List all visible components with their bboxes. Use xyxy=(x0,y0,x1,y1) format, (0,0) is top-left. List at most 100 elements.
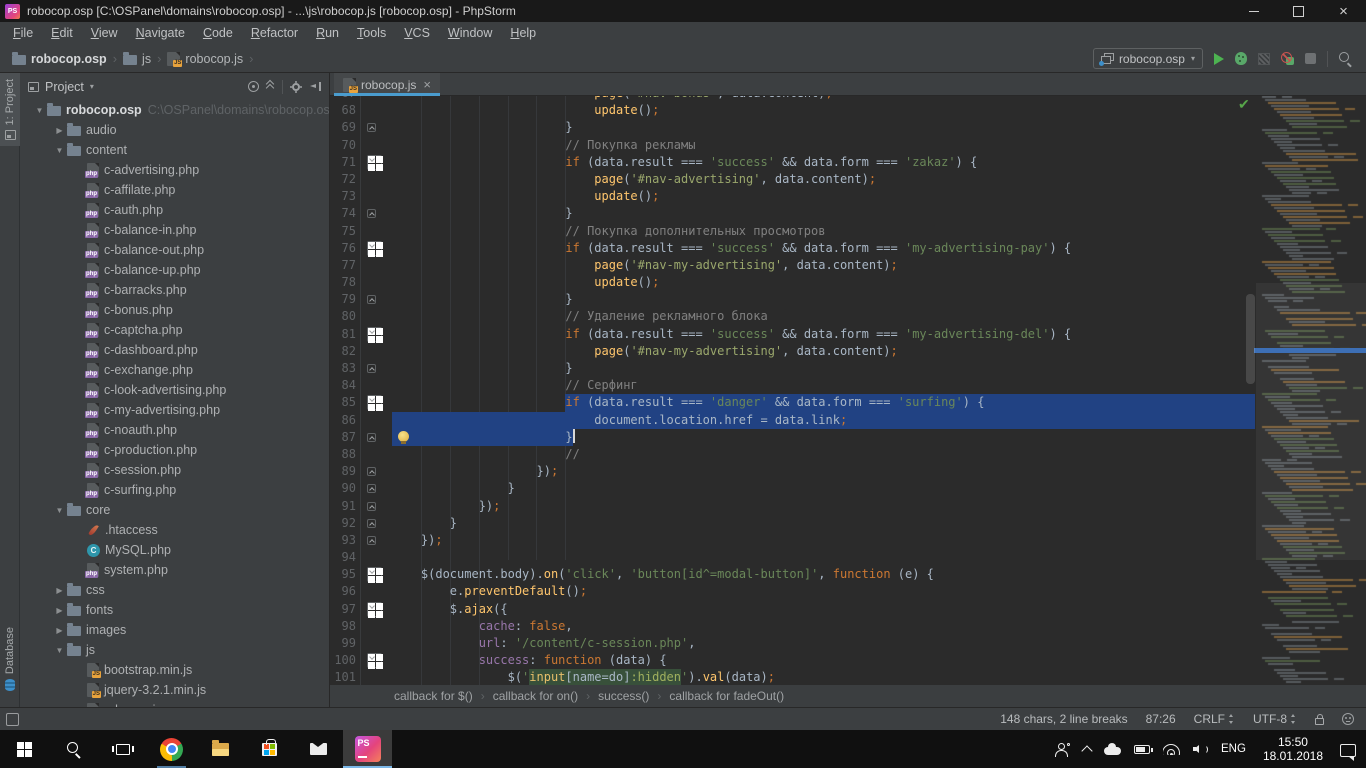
code-line-96[interactable]: 96 e.preventDefault(); xyxy=(330,583,1255,600)
editor-scrollbar-thumb[interactable] xyxy=(1246,294,1255,384)
gutter[interactable] xyxy=(356,480,392,497)
tree-item[interactable]: phpc-balance-in.php xyxy=(20,220,329,240)
tree-item[interactable]: JSbootstrap.min.js xyxy=(20,660,329,680)
menu-item-file[interactable]: File xyxy=(4,22,42,45)
gutter[interactable] xyxy=(356,429,392,446)
gutter[interactable] xyxy=(356,188,392,205)
readonly-lock-icon[interactable] xyxy=(1315,718,1324,725)
tree-item[interactable]: JSjquery-3.2.1.min.js xyxy=(20,680,329,700)
taskbar-clock[interactable]: 15:50 18.01.2018 xyxy=(1263,735,1323,763)
code-line-72[interactable]: 72 page('#nav-advertising', data.content… xyxy=(330,171,1255,188)
menu-item-run[interactable]: Run xyxy=(307,22,348,45)
close-button[interactable]: × xyxy=(1321,0,1366,22)
tree-collapse-arrow-icon[interactable]: ▶ xyxy=(52,126,67,135)
tree-item[interactable]: ▶images xyxy=(20,620,329,640)
tree-item[interactable]: ▶audio xyxy=(20,120,329,140)
line-separator-select[interactable]: CRLF xyxy=(1194,712,1235,726)
code-breadcrumb-item[interactable]: success() xyxy=(598,689,649,703)
fold-marker-icon[interactable] xyxy=(367,519,376,528)
code-line-82[interactable]: 82 page('#nav-my-advertising', data.cont… xyxy=(330,343,1255,360)
tree-item[interactable]: CMySQL.php xyxy=(20,540,329,560)
fold-marker-icon[interactable] xyxy=(367,155,382,170)
tree-item[interactable]: .htaccess xyxy=(20,520,329,540)
tree-item[interactable]: phpc-surfing.php xyxy=(20,480,329,500)
tree-item[interactable]: ▼robocop.ospC:\OSPanel\domains\robocop.o… xyxy=(20,100,329,120)
inspections-profile-icon[interactable] xyxy=(1342,713,1354,725)
code-line-91[interactable]: 91 }); xyxy=(330,498,1255,515)
fold-marker-icon[interactable] xyxy=(367,433,376,442)
menu-item-window[interactable]: Window xyxy=(439,22,501,45)
tree-item[interactable]: phpc-balance-up.php xyxy=(20,260,329,280)
gutter[interactable] xyxy=(356,566,392,583)
fold-marker-icon[interactable] xyxy=(367,653,382,668)
breadcrumb-item[interactable]: js xyxy=(123,52,151,66)
gutter[interactable] xyxy=(356,343,392,360)
fold-marker-icon[interactable] xyxy=(367,295,376,304)
gutter[interactable] xyxy=(356,360,392,377)
tree-item[interactable]: phpc-noauth.php xyxy=(20,420,329,440)
maximize-button[interactable] xyxy=(1276,0,1321,22)
gutter[interactable] xyxy=(356,326,392,343)
inspections-ok-icon[interactable]: ✔ xyxy=(1238,96,1250,112)
gutter[interactable] xyxy=(356,257,392,274)
chevron-down-icon[interactable]: ▾ xyxy=(90,82,94,91)
code-breadcrumb-item[interactable]: callback for $() xyxy=(394,689,473,703)
code-line-87[interactable]: 87 } xyxy=(330,429,1255,446)
code-line-99[interactable]: 99 url: '/content/c-session.php', xyxy=(330,635,1255,652)
code-line-76[interactable]: 76 if (data.result === 'success' && data… xyxy=(330,240,1255,257)
microsoft-store-button[interactable] xyxy=(245,730,294,768)
show-hidden-icons-chevron[interactable] xyxy=(1081,745,1092,756)
file-explorer-button[interactable] xyxy=(196,730,245,768)
tree-item[interactable]: phpc-exchange.php xyxy=(20,360,329,380)
gutter[interactable] xyxy=(356,669,392,685)
gutter[interactable] xyxy=(356,618,392,635)
tree-expand-arrow-icon[interactable]: ▼ xyxy=(52,146,67,155)
code-line-74[interactable]: 74 } xyxy=(330,205,1255,222)
gutter[interactable] xyxy=(356,171,392,188)
tree-item[interactable]: phpc-barracks.php xyxy=(20,280,329,300)
tree-item[interactable]: phpc-bonus.php xyxy=(20,300,329,320)
tree-item[interactable]: JSrobocop.js xyxy=(20,700,329,707)
collapse-all-icon[interactable] xyxy=(265,81,276,92)
tab-robocop-js[interactable]: JS robocop.js × xyxy=(334,73,440,96)
toolwindow-toggle-icon[interactable] xyxy=(6,713,19,726)
encoding-select[interactable]: UTF-8 xyxy=(1253,712,1297,726)
gutter[interactable] xyxy=(356,498,392,515)
hide-panel-icon[interactable] xyxy=(309,81,321,92)
code-line-90[interactable]: 90 } xyxy=(330,480,1255,497)
menu-item-code[interactable]: Code xyxy=(194,22,242,45)
code-line-84[interactable]: 84 // Серфинг xyxy=(330,377,1255,394)
gutter[interactable] xyxy=(356,635,392,652)
code-editor[interactable]: 67 page('#nav-bonus', data.content);68 u… xyxy=(330,96,1366,685)
gutter[interactable] xyxy=(356,205,392,222)
breadcrumb-item[interactable]: robocop.osp xyxy=(12,52,107,66)
code-line-98[interactable]: 98 cache: false, xyxy=(330,618,1255,635)
debug-button[interactable] xyxy=(1235,52,1247,65)
battery-icon[interactable] xyxy=(1134,745,1150,754)
tree-item[interactable]: ▶css xyxy=(20,580,329,600)
code-breadcrumb-item[interactable]: callback for fadeOut() xyxy=(669,689,784,703)
fold-marker-icon[interactable] xyxy=(367,567,382,582)
code-line-93[interactable]: 93 }); xyxy=(330,532,1255,549)
fold-marker-icon[interactable] xyxy=(367,123,376,132)
code-line-68[interactable]: 68 update(); xyxy=(330,102,1255,119)
tree-item[interactable]: phpc-advertising.php xyxy=(20,160,329,180)
tree-collapse-arrow-icon[interactable]: ▶ xyxy=(52,606,67,615)
code-line-80[interactable]: 80 // Удаление рекламного блока xyxy=(330,308,1255,325)
people-icon[interactable] xyxy=(1055,743,1070,756)
code-line-75[interactable]: 75 // Покупка дополнительных просмотров xyxy=(330,223,1255,240)
sidebar-item-project[interactable]: 1: Project xyxy=(0,73,20,146)
menu-item-vcs[interactable]: VCS xyxy=(395,22,439,45)
fold-marker-icon[interactable] xyxy=(367,602,382,617)
gutter[interactable] xyxy=(356,446,392,463)
speaker-icon[interactable] xyxy=(1193,744,1208,755)
tree-item[interactable]: phpc-session.php xyxy=(20,460,329,480)
code-line-88[interactable]: 88 // xyxy=(330,446,1255,463)
code-line-95[interactable]: 95 $(document.body).on('click', 'button[… xyxy=(330,566,1255,583)
code-line-101[interactable]: 101 $('input[name=do]:hidden').val(data)… xyxy=(330,669,1255,685)
code-line-89[interactable]: 89 }); xyxy=(330,463,1255,480)
start-button[interactable] xyxy=(0,730,49,768)
gutter[interactable] xyxy=(356,377,392,394)
language-indicator[interactable]: ENG xyxy=(1221,743,1246,755)
menu-item-refactor[interactable]: Refactor xyxy=(242,22,307,45)
